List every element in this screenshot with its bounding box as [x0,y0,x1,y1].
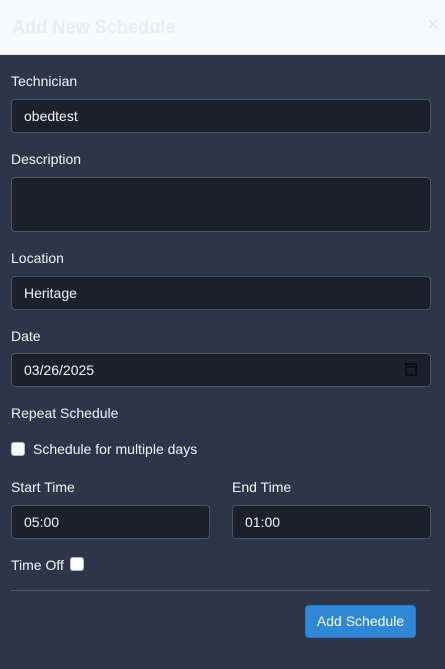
modal-title: Add New Schedule [12,17,176,37]
time-off-label[interactable]: Time Off [11,557,64,573]
time-off-checkbox[interactable] [70,557,84,571]
start-time-field[interactable]: 05:00 [11,505,210,539]
end-time-label: End Time [232,479,292,495]
end-time-field[interactable]: 01:00 [232,505,431,539]
close-icon[interactable]: × [425,14,441,36]
description-label: Description [11,151,82,167]
date-value: 03/26/2025 [24,362,95,378]
date-label: Date [11,328,41,344]
technician-label: Technician [11,73,78,89]
modal-header: Add New Schedule × [0,0,445,55]
start-time-label: Start Time [11,479,75,495]
repeat-schedule-label: Repeat Schedule [11,405,119,421]
footer-divider [11,590,431,591]
location-field[interactable]: Heritage [11,276,431,310]
multiple-days-checkbox[interactable] [11,442,25,456]
date-field[interactable]: 03/26/2025 [11,353,431,387]
technician-field[interactable]: obedtest [11,99,431,133]
calendar-icon[interactable] [405,363,417,376]
location-label: Location [11,250,64,266]
multiple-days-label[interactable]: Schedule for multiple days [33,441,197,457]
add-schedule-button[interactable]: Add Schedule [305,605,416,638]
description-field[interactable] [11,177,431,232]
